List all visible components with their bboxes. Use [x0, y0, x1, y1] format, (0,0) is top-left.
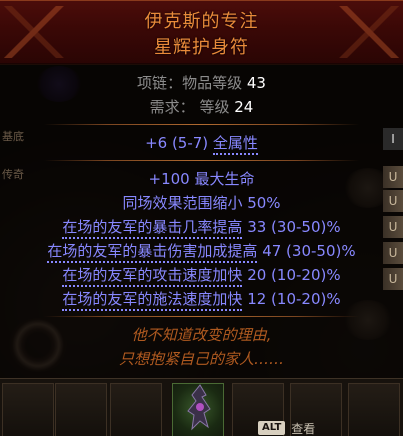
item-level-row: 项链：物品等级 43: [137, 74, 266, 92]
alt-hint-label: 查看: [291, 421, 316, 436]
game-screen: 伊克斯的专注 星辉护身符 项链：物品等级 43 需求： 等级 24 +6 (5-…: [0, 0, 403, 436]
explicit-mod: 在场的友军的施法速度加快 12 (10-20)%: [0, 288, 403, 311]
separator: [44, 316, 359, 317]
side-tab[interactable]: U: [383, 190, 403, 212]
item-name: 伊克斯的专注: [144, 11, 259, 32]
inventory-slot[interactable]: [55, 383, 107, 436]
separator: [44, 160, 359, 161]
item-base-type: 星辉护身符: [154, 37, 249, 58]
required-level-value: 24: [234, 98, 254, 116]
item-level-value: 43: [246, 74, 266, 92]
side-tab[interactable]: U: [383, 242, 403, 264]
inventory-slot[interactable]: [348, 383, 400, 436]
tooltip-header: 伊克斯的专注 星辉护身符: [0, 0, 403, 65]
explicit-mod: 在场的友军的暴击伤害加成提高 47 (30-50)%: [0, 240, 403, 263]
filter-label-base: 基底: [2, 130, 24, 143]
side-tab[interactable]: I: [383, 128, 403, 150]
explicit-mod: +100 最大生命: [148, 170, 255, 188]
explicit-mod: 同场效果范围缩小 50%: [122, 194, 281, 212]
implicit-mod: +6 (5-7) 全属性: [0, 132, 403, 155]
inventory-slot[interactable]: [2, 383, 54, 436]
alt-key-icon: ALT: [258, 421, 286, 435]
flavour-text-line: 只想抱紧自己的家人……: [118, 350, 284, 368]
flavour-text-line: 他不知道改变的理由,: [131, 326, 272, 344]
inventory-slot[interactable]: [110, 383, 162, 436]
separator: [44, 124, 359, 125]
explicit-mod: 在场的友军的暴击几率提高 33 (30-50)%: [0, 216, 403, 239]
explicit-mod: 在场的友军的攻击速度加快 20 (10-20)%: [0, 264, 403, 287]
side-tab[interactable]: U: [383, 216, 403, 238]
amulet-icon: [187, 384, 211, 431]
tooltip-body: 项链：物品等级 43 需求： 等级 24 +6 (5-7) 全属性 +100 最…: [0, 64, 403, 378]
requirements-row: 需求： 等级 24: [149, 98, 254, 116]
filter-label-legend: 传奇: [2, 168, 24, 181]
side-tab[interactable]: U: [383, 166, 403, 188]
side-tab[interactable]: U: [383, 268, 403, 290]
alt-hint: ALT 查看: [258, 420, 315, 436]
